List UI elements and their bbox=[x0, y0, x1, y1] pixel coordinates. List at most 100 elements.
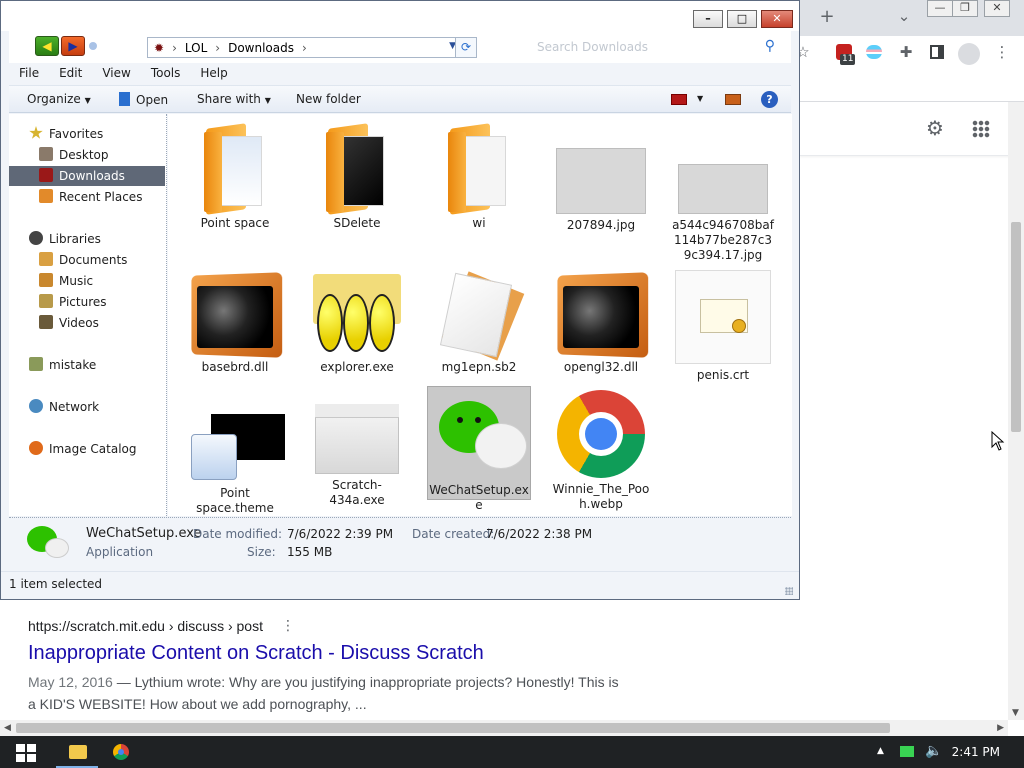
show-hidden-icons-icon[interactable]: ▲ bbox=[877, 746, 884, 756]
nav-recent-places[interactable]: Recent Places bbox=[9, 187, 165, 207]
forward-button[interactable]: ▶ bbox=[61, 36, 85, 56]
user-folder-icon bbox=[29, 357, 43, 371]
network-status-icon[interactable] bbox=[900, 746, 914, 757]
documents-icon bbox=[39, 252, 53, 266]
result-url[interactable]: https://scratch.mit.edu › discuss › post bbox=[28, 618, 263, 634]
libraries-icon bbox=[29, 231, 43, 245]
scroll-down-arrow-icon[interactable]: ▼ bbox=[1012, 708, 1019, 718]
downloads-icon bbox=[39, 168, 53, 182]
organize-button[interactable]: Organize ▼ bbox=[27, 92, 91, 106]
taskbar-chrome[interactable] bbox=[100, 736, 142, 768]
nav-documents[interactable]: Documents bbox=[9, 250, 165, 270]
result-title-link[interactable]: Inappropriate Content on Scratch - Discu… bbox=[28, 642, 648, 665]
new-tab-button[interactable]: + bbox=[816, 7, 838, 27]
help-icon[interactable]: ? bbox=[761, 91, 778, 108]
nav-desktop[interactable]: Desktop bbox=[9, 145, 165, 165]
menu-help[interactable]: Help bbox=[190, 63, 237, 85]
search-icon[interactable]: ⚲ bbox=[765, 38, 775, 54]
minimize-button[interactable]: – bbox=[693, 10, 723, 28]
browser-restore-button[interactable]: ❐ bbox=[952, 0, 978, 17]
nav-image-catalog[interactable]: Image Catalog bbox=[9, 439, 165, 459]
nav-videos[interactable]: Videos bbox=[9, 313, 165, 333]
file-item[interactable]: Winnie_The_Pooh.webp bbox=[549, 390, 653, 512]
start-button-icon[interactable] bbox=[16, 744, 36, 762]
navigation-buttons: ◀ ▶ bbox=[35, 36, 97, 58]
result-options-icon[interactable]: ⋮ bbox=[281, 618, 295, 634]
file-item[interactable]: a544c946708baf114b77be287c39c394.17.jpg bbox=[671, 126, 775, 263]
network-icon bbox=[29, 399, 43, 413]
recent-pages-icon[interactable] bbox=[89, 42, 97, 50]
folder-icon bbox=[200, 123, 270, 215]
maximize-button[interactable]: □ bbox=[727, 10, 757, 28]
breadcrumb-lol[interactable]: LOL bbox=[185, 41, 207, 55]
nav-libraries[interactable]: Libraries bbox=[9, 229, 165, 249]
taskbar-file-explorer[interactable] bbox=[56, 736, 98, 768]
file-item[interactable]: Point space.theme bbox=[183, 410, 287, 516]
browser-vertical-scrollbar[interactable]: ▼ bbox=[1008, 102, 1024, 720]
browser-horizontal-scrollbar[interactable]: ◀ ▶ bbox=[0, 720, 1008, 736]
address-bar[interactable]: ✹ › LOL › Downloads › ▼ bbox=[147, 37, 461, 58]
extensions-puzzle-icon[interactable]: ✚ bbox=[895, 42, 917, 62]
menu-tools[interactable]: Tools bbox=[141, 63, 191, 85]
search-box[interactable]: Search Downloads ⚲ bbox=[529, 37, 779, 58]
nav-pictures[interactable]: Pictures bbox=[9, 292, 165, 312]
browser-close-button[interactable]: ✕ bbox=[984, 0, 1010, 17]
horizontal-scroll-thumb[interactable] bbox=[16, 723, 890, 733]
scroll-right-arrow-icon[interactable]: ▶ bbox=[997, 723, 1004, 733]
file-item[interactable]: 207894.jpg bbox=[549, 126, 653, 233]
open-icon bbox=[119, 92, 130, 106]
details-date-created-label: Date created: bbox=[412, 527, 495, 541]
nav-music[interactable]: Music bbox=[9, 271, 165, 291]
navigation-pane: Favorites Desktop Downloads Recent Place… bbox=[9, 114, 167, 516]
volume-icon[interactable]: 🔈 bbox=[925, 743, 942, 759]
vertical-scroll-thumb[interactable] bbox=[1011, 222, 1021, 432]
result-snippet: May 12, 2016 — Lythium wrote: Why are yo… bbox=[28, 671, 648, 715]
nav-mistake[interactable]: mistake bbox=[9, 355, 165, 375]
file-item[interactable]: penis.crt bbox=[671, 270, 775, 383]
details-file-type: Application bbox=[86, 545, 154, 559]
scroll-left-arrow-icon[interactable]: ◀ bbox=[4, 723, 11, 733]
nav-favorites[interactable]: Favorites bbox=[9, 124, 165, 144]
refresh-button[interactable]: ⟳ bbox=[455, 37, 477, 58]
resize-grip-icon[interactable] bbox=[785, 587, 793, 595]
settings-gear-icon[interactable]: ⚙ bbox=[924, 118, 946, 138]
file-item[interactable]: Point space bbox=[183, 123, 287, 231]
file-item[interactable]: Scratch-434a.exe bbox=[305, 396, 409, 508]
profile-icon[interactable] bbox=[958, 43, 980, 65]
back-button[interactable]: ◀ bbox=[35, 36, 59, 56]
file-item[interactable]: SDelete bbox=[305, 123, 409, 231]
file-item[interactable]: basebrd.dll bbox=[183, 272, 287, 375]
address-location-icon: ✹ bbox=[154, 41, 165, 55]
nav-downloads[interactable]: Downloads bbox=[9, 166, 165, 186]
extension-badge-count: 11 bbox=[840, 54, 856, 65]
file-item[interactable]: opengl32.dll bbox=[549, 272, 653, 375]
file-item[interactable]: explorer.exe bbox=[305, 274, 409, 375]
view-options-chevron-icon[interactable]: ▼ bbox=[697, 94, 703, 103]
chrome-icon bbox=[557, 390, 645, 478]
taskbar-clock[interactable]: 2:41 PM bbox=[952, 745, 1000, 759]
nav-network[interactable]: Network bbox=[9, 397, 165, 417]
share-with-button[interactable]: Share with ▼ bbox=[197, 92, 271, 106]
file-item[interactable]: wi bbox=[427, 123, 531, 231]
close-button[interactable]: ✕ bbox=[761, 10, 793, 28]
menu-file[interactable]: File bbox=[9, 63, 49, 85]
menu-edit[interactable]: Edit bbox=[49, 63, 92, 85]
tab-search-button[interactable]: ⌄ bbox=[893, 6, 915, 26]
browser-minimize-button[interactable]: — bbox=[927, 0, 953, 17]
extension-flag-icon[interactable] bbox=[866, 45, 882, 59]
breadcrumb-downloads[interactable]: Downloads bbox=[228, 41, 294, 55]
open-button[interactable]: Open bbox=[119, 92, 168, 107]
apps-grid-icon[interactable] bbox=[972, 120, 990, 138]
new-folder-button[interactable]: New folder bbox=[296, 92, 361, 106]
explorer-titlebar[interactable]: – □ ✕ bbox=[1, 1, 799, 31]
file-item[interactable]: mg1epn.sb2 bbox=[427, 271, 531, 375]
change-view-icon[interactable] bbox=[671, 94, 687, 105]
pictures-icon bbox=[39, 294, 53, 308]
more-menu-icon[interactable]: ⋮ bbox=[991, 42, 1013, 62]
breadcrumb-separator-icon: › bbox=[172, 41, 177, 55]
menu-view[interactable]: View bbox=[92, 63, 140, 85]
sidebar-icon[interactable] bbox=[930, 45, 944, 59]
search-placeholder: Search Downloads bbox=[537, 40, 648, 54]
file-item-selected[interactable]: WeChatSetup.exe bbox=[427, 386, 531, 512]
preview-pane-icon[interactable] bbox=[725, 94, 741, 105]
